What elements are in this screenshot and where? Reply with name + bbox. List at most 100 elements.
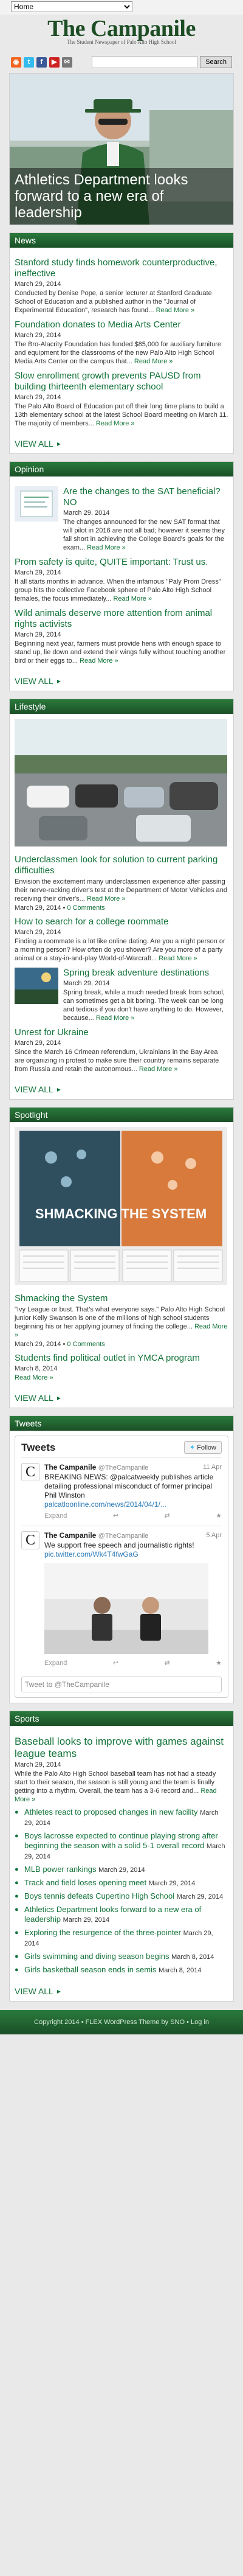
hero-caption[interactable]: Athletics Department looks forward to a … xyxy=(10,168,233,225)
list-item[interactable]: ● Exploring the resurgence of the three-p… xyxy=(15,1928,228,1949)
article-title[interactable]: Underclassmen look for solution to curre… xyxy=(15,854,228,876)
article-title[interactable]: Baseball looks to improve with games aga… xyxy=(15,1736,228,1760)
site-menu-select[interactable]: Home xyxy=(11,1,132,12)
read-more-link[interactable]: Read More » xyxy=(159,955,197,962)
excerpt-text: Beginning next year, farmers must provid… xyxy=(15,640,226,665)
list-item[interactable]: ● Athletics Department looks forward to a… xyxy=(15,1905,228,1925)
news-heading[interactable]: News xyxy=(10,233,233,248)
spread-title: SHMACKING THE SYSTEM xyxy=(35,1206,207,1221)
spotlight-heading[interactable]: Spotlight xyxy=(10,1108,233,1122)
sports-heading[interactable]: Sports xyxy=(10,1711,233,1726)
opinion-article: Are the changes to the SAT beneficial? N… xyxy=(15,486,228,552)
read-more-link[interactable]: Read More » xyxy=(96,1014,135,1022)
read-more-link[interactable]: Read More » xyxy=(96,420,135,427)
opinion-article: Wild animals deserve more attention from… xyxy=(15,608,228,665)
opinion-view-all[interactable]: VIEW ALL ▸ xyxy=(15,676,228,686)
list-item[interactable]: ● Girls basketball season ends in semis M… xyxy=(15,1965,228,1975)
tweet-link[interactable]: palcatloonline.com/news/2014/04/1/... xyxy=(44,1500,166,1509)
retweet-icon[interactable]: ⇄ xyxy=(164,1659,169,1668)
expand-link[interactable]: Expand xyxy=(44,1512,67,1521)
reply-icon[interactable]: ↩ xyxy=(113,1659,118,1668)
lifestyle-heading[interactable]: Lifestyle xyxy=(10,699,233,714)
article-date: March 29, 2014 xyxy=(15,569,61,576)
read-more-link[interactable]: Read More » xyxy=(139,1066,178,1073)
read-more-link[interactable]: Read More » xyxy=(156,307,195,314)
search-button[interactable]: Search xyxy=(200,56,232,68)
article-title[interactable]: Stanford study finds homework counterpro… xyxy=(15,257,228,279)
list-item[interactable]: ● Athletes react to proposed changes in n… xyxy=(15,1807,228,1828)
article-thumbnail[interactable] xyxy=(15,968,58,1004)
expand-link[interactable]: Expand xyxy=(44,1659,67,1668)
article-title[interactable]: Wild animals deserve more attention from… xyxy=(15,608,228,630)
follow-button[interactable]: ✦ Follow xyxy=(183,1441,222,1454)
search-input[interactable] xyxy=(91,56,198,68)
comments-link[interactable]: 0 Comments xyxy=(67,1341,104,1348)
spotlight-view-all[interactable]: VIEW ALL ▸ xyxy=(15,1393,228,1403)
article-excerpt: Spring break, while a much needed break … xyxy=(63,988,228,1022)
news-view-all[interactable]: VIEW ALL ▸ xyxy=(15,439,228,449)
hero-feature[interactable]: Athletics Department looks forward to a … xyxy=(9,73,234,225)
page: Home The Campanile The Student Newspaper… xyxy=(0,0,243,2576)
tweet-author[interactable]: The Campanile @TheCampanile xyxy=(44,1531,222,1541)
site-logo[interactable]: The Campanile xyxy=(0,16,243,41)
opinion-heading[interactable]: Opinion xyxy=(10,462,233,476)
tweet-photo[interactable] xyxy=(44,1563,208,1654)
parking-lot-photo[interactable] xyxy=(15,719,227,846)
email-icon[interactable]: ✉ xyxy=(61,57,72,68)
list-item[interactable]: ● Boys tennis defeats Cupertino High Scho… xyxy=(15,1891,228,1902)
view-all-label: VIEW ALL xyxy=(15,439,53,449)
tweet-author[interactable]: The Campanile @TheCampanile xyxy=(44,1463,222,1473)
reply-icon[interactable]: ↩ xyxy=(113,1512,118,1521)
tweet-compose-input[interactable]: Tweet to @TheCampanile xyxy=(21,1677,222,1692)
article-title[interactable]: Slow enrollment growth prevents PAUSD fr… xyxy=(15,371,228,393)
sports-view-all[interactable]: VIEW ALL ▸ xyxy=(15,1986,228,1996)
article-title[interactable]: Prom safety is quite, QUITE important: T… xyxy=(15,557,228,568)
article-thumbnail[interactable] xyxy=(15,486,58,522)
lifestyle-view-all[interactable]: VIEW ALL ▸ xyxy=(15,1084,228,1094)
avatar[interactable]: C xyxy=(21,1463,39,1481)
tweet: C 11 Apr The Campanile @TheCampanile BRE… xyxy=(21,1458,222,1526)
read-more-link[interactable]: Read More » xyxy=(15,1374,53,1381)
list-item[interactable]: ● MLB power rankings March 29, 2014 xyxy=(15,1865,228,1875)
favorite-icon[interactable]: ★ xyxy=(216,1512,222,1521)
avatar[interactable]: C xyxy=(21,1531,39,1549)
masthead: The Campanile The Student Newspaper of P… xyxy=(0,15,243,51)
article-excerpt: Beginning next year, farmers must provid… xyxy=(15,640,228,665)
tweet-actions: Expand ↩ ⇄ ★ xyxy=(44,1659,222,1668)
article-title[interactable]: Foundation donates to Media Arts Center xyxy=(15,319,228,330)
rss-icon[interactable]: ◉ xyxy=(11,57,21,68)
hero-image[interactable]: Athletics Department looks forward to a … xyxy=(10,74,233,225)
list-item[interactable]: ● Girls swimming and diving season begins… xyxy=(15,1952,228,1962)
view-all-label: VIEW ALL xyxy=(15,1986,53,1996)
retweet-icon[interactable]: ⇄ xyxy=(164,1512,169,1521)
tweet-link[interactable]: pic.twitter.com/Wk4T4fwGaG xyxy=(44,1550,139,1559)
list-item[interactable]: ● Boys lacrosse expected to continue play… xyxy=(15,1831,228,1862)
read-more-link[interactable]: Read More » xyxy=(80,657,118,665)
article-title[interactable]: How to search for a college roommate xyxy=(15,916,228,927)
read-more-link[interactable]: Read More » xyxy=(87,544,126,551)
spotlight-spread-image[interactable]: SHMACKING THE SYSTEM xyxy=(15,1127,227,1285)
article-title[interactable]: Are the changes to the SAT beneficial? N… xyxy=(63,486,228,508)
article-excerpt: Since the March 16 Crimean referendum, U… xyxy=(15,1048,228,1073)
article-title[interactable]: Spring break adventure destinations xyxy=(63,968,228,979)
twitter-widget: Tweets ✦ Follow C 11 Apr The Campanile @… xyxy=(15,1436,228,1698)
list-item[interactable]: ● Track and field loses opening meet Marc… xyxy=(15,1878,228,1888)
twitter-icon[interactable]: t xyxy=(23,57,34,68)
tweet-time[interactable]: 5 Apr xyxy=(206,1531,222,1540)
facebook-icon[interactable]: f xyxy=(36,57,47,68)
read-more-link[interactable]: Read More » xyxy=(134,358,173,365)
article-title[interactable]: Students find political outlet in YMCA p… xyxy=(15,1353,228,1364)
article-title[interactable]: Shmacking the System xyxy=(15,1293,228,1304)
headline: Boys tennis defeats Cupertino High Schoo… xyxy=(24,1891,175,1901)
tweet-time[interactable]: 11 Apr xyxy=(203,1463,222,1472)
read-more-link[interactable]: Read More » xyxy=(113,595,152,602)
favorite-icon[interactable]: ★ xyxy=(216,1659,222,1668)
article-date: March 8, 2014 xyxy=(15,1365,58,1372)
headline: Athletics Department looks forward to a … xyxy=(24,1905,202,1924)
youtube-icon[interactable]: ▶ xyxy=(49,57,60,68)
article-title[interactable]: Unrest for Ukraine xyxy=(15,1027,228,1038)
article-excerpt: Conducted by Denise Pope, a senior lectu… xyxy=(15,289,228,315)
read-more-link[interactable]: Read More » xyxy=(87,895,126,902)
tweets-heading[interactable]: Tweets xyxy=(10,1416,233,1431)
comments-link[interactable]: 0 Comments xyxy=(67,904,104,912)
